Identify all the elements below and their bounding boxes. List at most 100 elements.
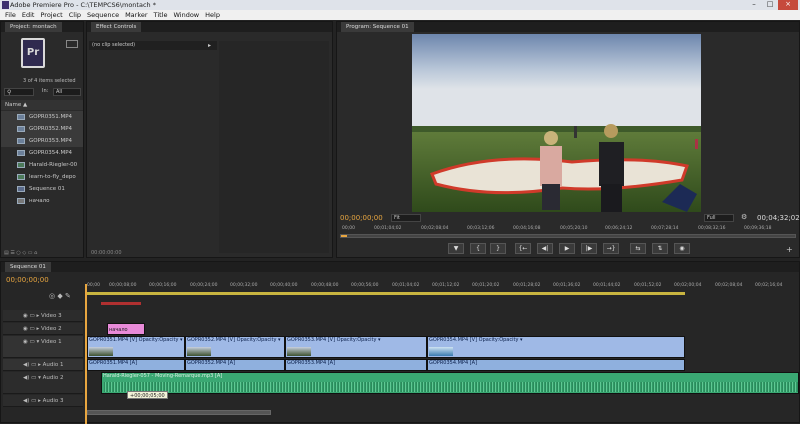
wrench-icon[interactable]: ⚙ [741,213,747,221]
video-clip-gopr0352[interactable]: GOPR0352.MP4 [V] Opacity:Opacity ▾ [185,336,285,358]
ruler-tick: 00;00;48;00 [311,283,339,288]
track-header-video1[interactable]: ◉ ▭ ▾ Video 1 [3,336,83,358]
add-button-icon[interactable]: + [786,245,793,254]
menu-help[interactable]: Help [205,10,220,20]
mark-in-button[interactable]: { [470,243,486,254]
sequence-ruler[interactable]: 00;00 00;00;08;00 00;00;16;00 00;00;24;0… [85,281,799,291]
menu-marker[interactable]: Marker [125,10,147,20]
close-icon[interactable]: × [778,0,798,10]
tab-program[interactable]: Program: Sequence 01 [341,22,414,32]
window-title: Adobe Premiere Pro - C:\TEMPCS6\montach … [10,1,156,9]
expand-arrow-icon[interactable]: ▸ [208,41,211,50]
speaker-icon[interactable]: ◀) ▭ [23,362,36,368]
work-area-bar[interactable] [85,292,685,295]
tab-sequence[interactable]: Sequence 01 [5,262,51,272]
go-to-out-button[interactable]: →} [603,243,619,254]
item-label: learn-to-fly_depo [29,174,76,180]
play-button[interactable]: ▶ [559,243,575,254]
project-item-gopr0352[interactable]: GOPR0352.MP4 [1,123,83,135]
track-header-audio3[interactable]: ◀) ▭ ▸ Audio 3 [3,395,83,407]
audio-clip-gopr0353[interactable]: GOPR0353.MP4 [A] [285,359,427,371]
menu-clip[interactable]: Clip [69,10,81,20]
menu-file[interactable]: File [5,10,16,20]
audio-clip-gopr0351[interactable]: GOPR0351.MP4 [A] [87,359,185,371]
timeline-scrollbar[interactable] [87,410,271,415]
step-back-button[interactable]: ◀| [537,243,553,254]
video-clip-gopr0354[interactable]: GOPR0354.MP4 [V] Opacity:Opacity ▾ [427,336,685,358]
video-frame-image [412,34,701,212]
project-item-nachalo[interactable]: начало [1,195,83,207]
video-clip-gopr0353[interactable]: GOPR0353.MP4 [V] Opacity:Opacity ▾ [285,336,427,358]
eye-icon[interactable]: ◉ ▭ [23,313,35,319]
clip-name: GOPR0354.MP4 [V] [429,337,478,343]
clip-thumbnail [287,347,311,356]
program-scrollbar[interactable] [340,234,796,238]
program-ruler[interactable]: 00;00 00;01;04;02 00;02;08;04 00;03;12;0… [340,224,796,232]
audio-clip-music[interactable]: Harald-Riegler-057 - Moving-Remarque.mp3… [101,372,799,394]
program-timecode[interactable]: 00;00;00;00 [340,214,383,222]
project-item-gopr0353[interactable]: GOPR0353.MP4 [1,135,83,147]
title-clip-nachalo[interactable]: начало [107,323,145,335]
ruler-tick: 00;00;32;00 [230,283,258,288]
maximize-icon[interactable]: □ [762,0,778,10]
eye-icon[interactable]: ◉ ▭ [23,326,35,332]
ruler-tick: 00;00;16;00 [149,283,177,288]
item-label: GOPR0354.MP4 [29,150,73,156]
go-to-in-button[interactable]: {← [515,243,531,254]
project-item-harald[interactable]: Harald-Riegler-00 [1,159,83,171]
speaker-icon[interactable]: ◀) ▭ [23,375,36,381]
audio-clip-gopr0352[interactable]: GOPR0352.MP4 [A] [185,359,285,371]
menu-window[interactable]: Window [173,10,199,20]
in-dropdown[interactable]: All [53,88,81,96]
ruler-tick: 00;09;36;18 [744,226,772,231]
step-forward-button[interactable]: |▶ [581,243,597,254]
item-label: GOPR0353.MP4 [29,138,73,144]
minimize-icon[interactable]: – [746,0,762,10]
lift-button[interactable]: ⇆ [630,243,646,254]
project-item-gopr0354[interactable]: GOPR0354.MP4 [1,147,83,159]
clip-thumbnail [429,347,453,356]
menu-title[interactable]: Title [154,10,168,20]
track-header-audio1[interactable]: ◀) ▭ ▸ Audio 1 [3,359,83,371]
speaker-icon[interactable]: ◀) ▭ [23,398,36,404]
extract-button[interactable]: ⇅ [652,243,668,254]
tab-project[interactable]: Project: montach [5,22,62,32]
track-name: Video 1 [41,339,62,345]
video-clip-gopr0351[interactable]: GOPR0351.MP4 [V] Opacity:Opacity ▾ [87,336,185,358]
fit-dropdown[interactable]: Fit [391,214,421,222]
playhead-marker[interactable] [341,235,347,237]
track-header-video3[interactable]: ◉ ▭ ▸ Video 3 [3,310,83,322]
menu-project[interactable]: Project [40,10,62,20]
ruler-tick: 00;00;40;00 [270,283,298,288]
mark-out-button[interactable]: } [490,243,506,254]
no-clip-label: (no clip selected) [89,41,217,50]
search-input[interactable]: ⚲ [4,88,34,96]
menu-edit[interactable]: Edit [22,10,35,20]
program-duration: 00;04;32;02 [757,214,800,222]
preview-play-icon[interactable] [66,40,78,48]
name-column-header[interactable]: Name ▲ [1,100,83,110]
ruler-tick: 00;00 [342,226,355,231]
effect-timecode: 00:00:00:00 [91,250,122,256]
track-header-audio2[interactable]: ◀) ▭ ▾ Audio 2 [3,372,83,394]
clip-effect[interactable]: Opacity:Opacity ▾ [337,337,381,343]
clip-effect[interactable]: Opacity:Opacity ▾ [139,337,183,343]
add-marker-button[interactable]: ▼ [448,243,464,254]
quality-dropdown[interactable]: Full [704,214,734,222]
timeline-tools-icons[interactable]: ◎ ◆ ✎ [49,292,71,300]
video-preview[interactable] [412,34,701,212]
tab-effect-controls[interactable]: Effect Controls [91,22,142,32]
ruler-tick: 00;00 [87,283,100,288]
clip-effect[interactable]: Opacity:Opacity ▾ [237,337,281,343]
clip-effect[interactable]: Opacity:Opacity ▾ [479,337,523,343]
ruler-tick: 00;00;56;00 [351,283,379,288]
track-header-video2[interactable]: ◉ ▭ ▸ Video 2 [3,323,83,335]
sequence-timecode[interactable]: 00;00;00;00 [6,276,49,284]
project-item-sequence01[interactable]: Sequence 01 [1,183,83,195]
menu-sequence[interactable]: Sequence [87,10,119,20]
eye-icon[interactable]: ◉ ▭ [23,339,35,345]
audio-clip-gopr0354[interactable]: GOPR0354.MP4 [A] [427,359,685,371]
project-item-gopr0351[interactable]: GOPR0351.MP4 [1,111,83,123]
export-frame-button[interactable]: ◉ [674,243,690,254]
project-item-learn-to-fly[interactable]: learn-to-fly_depo [1,171,83,183]
